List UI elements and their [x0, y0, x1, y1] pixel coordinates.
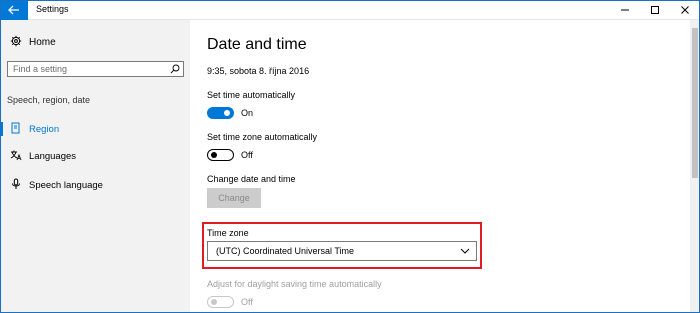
sidebar-item-speech-language[interactable]: Speech language: [0, 175, 190, 195]
close-icon: [681, 6, 689, 14]
timezone-label: Time zone: [207, 228, 249, 238]
toggle-knob: [211, 299, 217, 305]
title-bar: Settings: [0, 0, 700, 20]
window-title: Settings: [36, 4, 69, 14]
set-timezone-auto-state: Off: [241, 150, 253, 160]
set-timezone-auto-toggle[interactable]: [207, 149, 234, 161]
sidebar-item-home[interactable]: Home: [0, 32, 190, 52]
set-time-auto-label: Set time automatically: [207, 90, 296, 100]
language-icon: [10, 149, 22, 161]
change-datetime-label: Change date and time: [207, 174, 296, 184]
timezone-dropdown[interactable]: (UTC) Coordinated Universal Time: [207, 241, 477, 261]
close-button[interactable]: [670, 0, 700, 20]
minimize-button[interactable]: [610, 0, 640, 20]
maximize-button[interactable]: [640, 0, 670, 20]
sidebar-item-label: Speech language: [29, 179, 103, 191]
sidebar-item-label: Region: [29, 123, 60, 135]
main-content: Date and time 9:35, sobota 8. října 2016…: [190, 20, 690, 313]
timezone-value: (UTC) Coordinated Universal Time: [216, 246, 355, 256]
microphone-icon: [10, 178, 22, 190]
minimize-icon: [621, 9, 629, 11]
sidebar-item-region[interactable]: Region: [0, 119, 190, 139]
sidebar: Home Find a setting Speech, region, date…: [0, 20, 190, 313]
toggle-knob: [224, 110, 230, 116]
region-icon: [10, 122, 22, 134]
scrollbar[interactable]: [690, 20, 700, 313]
section-heading: Speech, region, date: [7, 95, 91, 105]
sidebar-item-label: Home: [29, 36, 56, 48]
daylight-toggle[interactable]: [207, 296, 234, 308]
daylight-state: Off: [241, 297, 253, 307]
set-time-auto-toggle[interactable]: [207, 107, 234, 119]
sidebar-item-label: Languages: [29, 150, 77, 162]
daylight-label: Adjust for daylight saving time automati…: [207, 279, 382, 289]
search-placeholder: Find a setting: [13, 64, 68, 74]
gear-icon: [10, 35, 22, 47]
back-arrow-icon: [8, 5, 19, 15]
page-title: Date and time: [207, 36, 307, 53]
chevron-down-icon: [460, 248, 470, 254]
change-button[interactable]: Change: [207, 188, 261, 208]
search-input[interactable]: Find a setting: [7, 61, 184, 77]
sidebar-item-languages[interactable]: Languages: [0, 146, 190, 166]
set-time-auto-state: On: [241, 108, 254, 118]
search-icon: [170, 64, 180, 74]
set-timezone-auto-label: Set time zone automatically: [207, 132, 318, 142]
current-datetime: 9:35, sobota 8. října 2016: [207, 66, 310, 76]
toggle-knob: [211, 152, 217, 158]
back-button[interactable]: [0, 0, 28, 20]
scrollbar-thumb[interactable]: [692, 28, 698, 178]
maximize-icon: [651, 6, 659, 14]
